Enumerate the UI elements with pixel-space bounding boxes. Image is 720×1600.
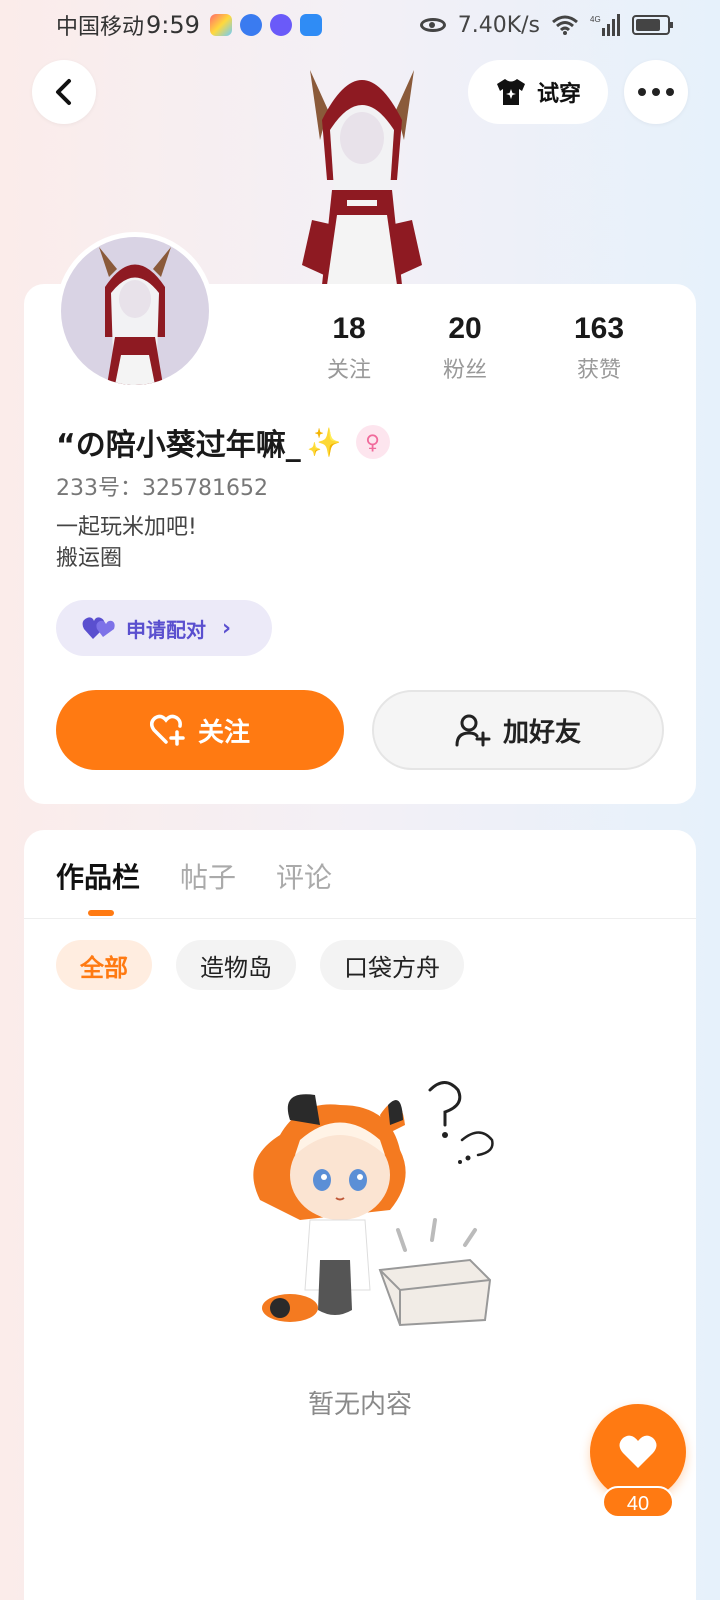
chip-pocket-ark[interactable]: 口袋方舟 <box>320 940 464 990</box>
stat-following[interactable]: 18 关注 <box>300 312 398 384</box>
chip-creation-island[interactable]: 造物岛 <box>176 940 296 990</box>
chevron-left-icon <box>56 79 71 105</box>
username-text: “の陪小葵过年嘛_ <box>56 428 301 463</box>
signal-icon: 4G <box>590 14 620 36</box>
browser-notification-icon <box>239 14 262 36</box>
avatar-image <box>99 247 171 385</box>
sparkle-icon: ✨ <box>306 425 342 459</box>
stat-likes-label: 获赞 <box>576 358 621 383</box>
category-filter: 全部 造物岛 口袋方舟 <box>56 940 464 990</box>
stat-following-label: 关注 <box>326 358 371 383</box>
eye-comfort-icon <box>419 18 446 32</box>
stat-following-value: 18 <box>332 312 366 345</box>
try-on-button[interactable]: 试穿 <box>468 60 608 124</box>
stat-likes[interactable]: 163 获赞 <box>532 312 666 384</box>
request-pair-label: 申请配对 <box>126 617 206 642</box>
bio-line: 搬运圈 <box>56 546 123 571</box>
more-options-button[interactable] <box>624 60 688 124</box>
profile-stats: 18 关注 20 粉丝 163 获赞 <box>300 312 680 384</box>
stat-followers-label: 粉丝 <box>442 358 487 383</box>
status-time: 9:59 <box>146 11 200 39</box>
double-heart-icon <box>82 617 115 639</box>
tab-works[interactable]: 作品栏 <box>56 856 140 896</box>
tabs-divider <box>24 918 696 919</box>
music-notification-icon <box>269 14 292 36</box>
follow-label: 关注 <box>197 717 250 748</box>
heart-plus-icon <box>149 714 185 746</box>
user-id[interactable]: 233号：325781652 <box>56 470 268 502</box>
add-friend-label: 加好友 <box>502 717 581 748</box>
female-gender-icon: ♀ <box>355 425 390 459</box>
stat-followers-value: 20 <box>448 312 482 345</box>
heart-icon <box>619 1435 657 1468</box>
wifi-icon <box>552 15 578 35</box>
network-speed: 7.40K/s <box>457 12 540 38</box>
empty-state-illustration <box>253 1081 494 1327</box>
notification-icons <box>209 14 322 36</box>
stat-followers[interactable]: 20 粉丝 <box>398 312 532 384</box>
tab-posts[interactable]: 帖子 <box>180 856 236 896</box>
username: “の陪小葵过年嘛_ ✨ ♀ <box>56 420 390 464</box>
svg-text:4G: 4G <box>590 15 601 24</box>
active-tab-indicator <box>88 910 114 916</box>
more-dots-icon <box>638 88 674 96</box>
like-count-badge: 40 <box>602 1486 674 1518</box>
battery-icon <box>632 15 673 35</box>
add-friend-button[interactable]: 加好友 <box>372 690 664 770</box>
tab-comments[interactable]: 评论 <box>276 856 332 896</box>
content-tabs: 作品栏 帖子 评论 <box>56 856 332 896</box>
stat-likes-value: 163 <box>573 312 625 345</box>
add-user-icon <box>455 714 491 747</box>
carrier-name: 中国移动 <box>56 15 145 40</box>
chip-all[interactable]: 全部 <box>56 940 152 990</box>
bio-line: 一起玩米加吧! <box>56 515 197 540</box>
status-bar: 中国移动 9:59 7.40K/s 4G <box>0 0 720 50</box>
app-notification-icon <box>209 14 232 36</box>
user-avatar[interactable] <box>56 232 214 390</box>
follow-button[interactable]: 关注 <box>56 690 344 770</box>
try-on-label: 试穿 <box>536 82 581 107</box>
user-bio: 一起玩米加吧! 搬运圈 <box>56 512 197 574</box>
tshirt-icon <box>496 79 525 105</box>
back-button[interactable] <box>32 60 96 124</box>
chevron-right-icon: › <box>222 615 232 641</box>
avatar-3d-character <box>302 70 422 285</box>
request-pair-button[interactable]: 申请配对 › <box>56 600 272 656</box>
weather-notification-icon <box>299 14 322 36</box>
